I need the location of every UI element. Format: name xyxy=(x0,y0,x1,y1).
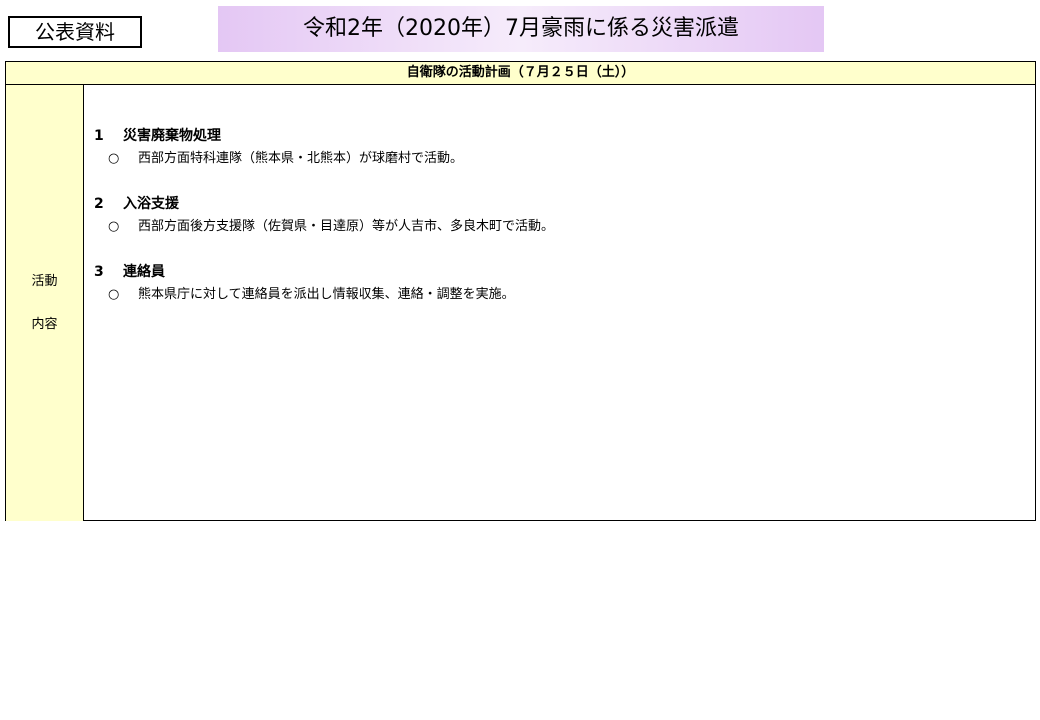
section-item: ○ 西部方面特科連隊（熊本県・北熊本）が球磨村で活動。 xyxy=(94,147,1035,171)
section-number: 3 xyxy=(94,264,104,280)
section-liaison: 3 連絡員 ○ 熊本県庁に対して連絡員を派出し情報収集、連絡・調整を実施。 xyxy=(94,261,1035,307)
page-title: 令和2年（2020年）7月豪雨に係る災害派遣 xyxy=(218,6,824,52)
activity-plan-table: 自衛隊の活動計画（７月２５日（土）） 活動 内容 1 災害廃棄物処理 ○ 西部方面特… xyxy=(5,61,1036,521)
section-heading: 3 連絡員 xyxy=(94,261,1035,283)
table-body: 活動 内容 1 災害廃棄物処理 ○ 西部方面特科連隊（熊本県・北熊本）が球磨村で活動… xyxy=(6,85,1035,521)
section-title: 入浴支援 xyxy=(123,196,179,212)
table-header: 自衛隊の活動計画（７月２５日（土）） xyxy=(6,62,1035,85)
section-heading: 1 災害廃棄物処理 xyxy=(94,125,1035,147)
section-bathing-support: 2 入浴支援 ○ 西部方面後方支援隊（佐賀県・目達原）等が人吉市、多良木町で活動。 xyxy=(94,193,1035,239)
row-label: 活動 内容 xyxy=(6,85,84,521)
circle-bullet-icon: ○ xyxy=(108,151,120,166)
section-title: 連絡員 xyxy=(123,264,165,280)
section-item-text: 西部方面後方支援隊（佐賀県・目達原）等が人吉市、多良木町で活動。 xyxy=(138,219,555,234)
section-title: 災害廃棄物処理 xyxy=(123,128,221,144)
public-document-badge: 公表資料 xyxy=(8,16,142,48)
circle-bullet-icon: ○ xyxy=(108,219,120,234)
section-number: 1 xyxy=(94,128,104,144)
activity-content: 1 災害廃棄物処理 ○ 西部方面特科連隊（熊本県・北熊本）が球磨村で活動。 2 入浴支… xyxy=(84,85,1035,521)
section-item-text: 西部方面特科連隊（熊本県・北熊本）が球磨村で活動。 xyxy=(138,151,464,166)
section-heading: 2 入浴支援 xyxy=(94,193,1035,215)
row-label-line-1: 活動 xyxy=(31,273,58,289)
section-item: ○ 熊本県庁に対して連絡員を派出し情報収集、連絡・調整を実施。 xyxy=(94,283,1035,307)
row-label-line-2: 内容 xyxy=(31,316,58,332)
section-item-text: 熊本県庁に対して連絡員を派出し情報収集、連絡・調整を実施。 xyxy=(138,287,515,302)
section-disaster-waste: 1 災害廃棄物処理 ○ 西部方面特科連隊（熊本県・北熊本）が球磨村で活動。 xyxy=(94,125,1035,171)
circle-bullet-icon: ○ xyxy=(108,287,120,302)
section-item: ○ 西部方面後方支援隊（佐賀県・目達原）等が人吉市、多良木町で活動。 xyxy=(94,215,1035,239)
section-number: 2 xyxy=(94,196,104,212)
